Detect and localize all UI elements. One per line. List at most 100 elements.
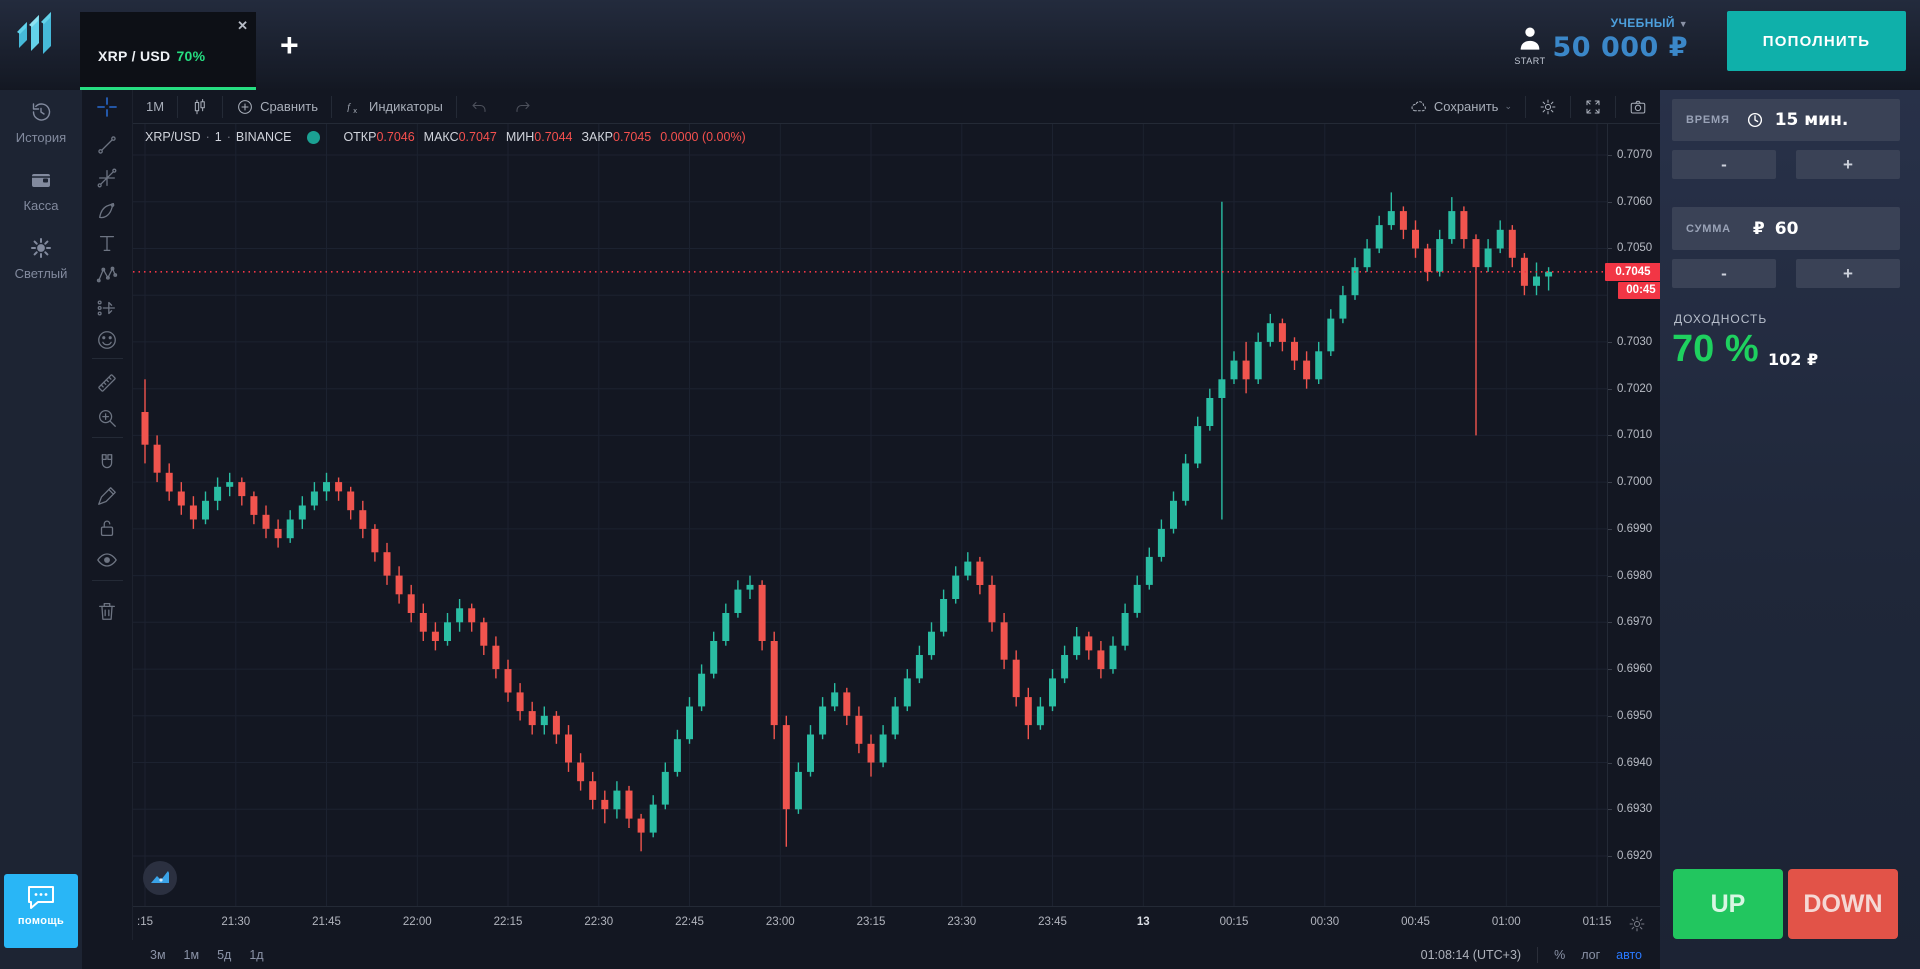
indicators-button[interactable]: fxИндикаторы: [332, 90, 456, 124]
undo-icon: [470, 98, 488, 116]
toolbar-divider: [92, 358, 123, 359]
app-sidebar: История Касса Светлый помощь: [0, 90, 82, 969]
range-1м[interactable]: 1м: [184, 948, 200, 962]
price-tick-label: 0.7070: [1617, 149, 1652, 161]
chart-style-button[interactable]: [178, 90, 222, 124]
price-tick-label: 0.7060: [1617, 196, 1652, 208]
forecast-tool[interactable]: [96, 297, 120, 321]
top-bar: XRP / USD70% ✕ + START УЧЕБНЫЙ ▼ 50 000 …: [0, 0, 1920, 90]
crosshair-tool[interactable]: [96, 96, 120, 120]
amount-minus-button[interactable]: -: [1672, 259, 1776, 288]
camera-icon: [1629, 98, 1647, 116]
axis-settings-icon[interactable]: [1628, 915, 1646, 933]
svg-text:f: f: [347, 102, 351, 113]
pattern-tool[interactable]: [96, 264, 120, 288]
user-avatar-icon: [1516, 24, 1544, 52]
candles-icon: [191, 98, 209, 116]
price-tick-label: 0.6990: [1617, 523, 1652, 535]
price-tick-label: 0.6980: [1617, 570, 1652, 582]
range-switcher: 3м 1м 5д 1д: [150, 948, 264, 962]
sidebar-item-theme[interactable]: Светлый: [0, 226, 82, 294]
gann-tool[interactable]: [96, 167, 120, 191]
history-icon: [29, 111, 53, 128]
trash-tool[interactable]: [96, 600, 120, 624]
deposit-button[interactable]: ПОПОЛНИТЬ: [1727, 11, 1906, 71]
area-chart-icon: [150, 868, 170, 888]
down-button[interactable]: DOWN: [1788, 869, 1898, 939]
time-minus-button[interactable]: -: [1672, 150, 1776, 179]
time-tick-label: 23:15: [857, 916, 886, 928]
theme-icon: [29, 247, 53, 264]
tab-close-icon[interactable]: ✕: [237, 18, 248, 34]
snapshot-button[interactable]: [1616, 90, 1660, 124]
interval-button[interactable]: 1М: [133, 90, 177, 124]
price-tick: [1608, 622, 1612, 623]
time-tick-label: 01:00: [1492, 916, 1521, 928]
log-scale-toggle[interactable]: лог: [1581, 948, 1600, 962]
payout-percent: 70 %: [1672, 328, 1759, 371]
help-button[interactable]: помощь: [4, 874, 78, 948]
sidebar-item-history[interactable]: История: [0, 90, 82, 158]
amount-input[interactable]: СУММА ₽ 60: [1672, 207, 1900, 250]
eye-tool[interactable]: [96, 549, 120, 573]
chart-settings-button[interactable]: [1526, 90, 1570, 124]
range-1д[interactable]: 1д: [249, 948, 263, 962]
time-tick-label: :15: [137, 916, 153, 928]
account-type-dropdown[interactable]: УЧЕБНЫЙ ▼: [1611, 16, 1688, 30]
emoji-tool[interactable]: [96, 329, 120, 353]
price-tick-label: 0.7050: [1617, 242, 1652, 254]
fullscreen-button[interactable]: [1571, 90, 1615, 124]
tab-xrp-usd[interactable]: XRP / USD70% ✕: [80, 12, 256, 90]
lock-tool[interactable]: [96, 517, 120, 541]
app-logo-icon: [14, 8, 58, 56]
price-axis[interactable]: 0.7045 00:45 0.70700.70600.70500.70300.7…: [1607, 124, 1660, 906]
save-layout-button[interactable]: Сохранить⌄: [1397, 90, 1525, 124]
text-tool[interactable]: [96, 232, 120, 256]
legend-exchange: BINANCE: [236, 130, 292, 144]
time-tick-label: 23:45: [1038, 916, 1067, 928]
time-selector[interactable]: ВРЕМЯ 15 мин.: [1672, 99, 1900, 141]
price-tick: [1608, 716, 1612, 717]
time-plus-button[interactable]: +: [1796, 150, 1900, 179]
chart-type-button[interactable]: [143, 861, 177, 895]
add-tab-button[interactable]: +: [280, 30, 299, 60]
trend-line-tool[interactable]: [96, 134, 120, 158]
redo-button[interactable]: [501, 90, 545, 124]
help-label: помощь: [4, 915, 78, 927]
range-5д[interactable]: 5д: [217, 948, 231, 962]
undo-button[interactable]: [457, 90, 501, 124]
time-tick-label: 23:30: [947, 916, 976, 928]
amount-value: 60: [1775, 219, 1799, 239]
draw-lock-tool[interactable]: [96, 485, 120, 509]
chevron-down-icon: ▼: [1679, 19, 1688, 29]
up-button[interactable]: UP: [1673, 869, 1783, 939]
sidebar-item-cashier[interactable]: Касса: [0, 158, 82, 226]
trade-panel: ВРЕМЯ 15 мин. - + СУММА ₽ 60 - + ДОХОДНО…: [1660, 90, 1920, 969]
percent-scale-toggle[interactable]: %: [1554, 948, 1565, 962]
magnet-tool[interactable]: [96, 452, 120, 476]
time-tick-label: 00:30: [1310, 916, 1339, 928]
time-axis[interactable]: :1521:3021:4522:0022:1522:3022:4523:0023…: [133, 906, 1660, 940]
range-3м[interactable]: 3м: [150, 948, 166, 962]
ruble-icon: ₽: [1753, 219, 1765, 239]
compare-button[interactable]: Сравнить: [223, 90, 331, 124]
trading-app: XRP / USD70% ✕ + START УЧЕБНЫЙ ▼ 50 000 …: [0, 0, 1920, 969]
auto-scale-toggle[interactable]: авто: [1616, 948, 1642, 962]
amount-plus-button[interactable]: +: [1796, 259, 1900, 288]
zoom-in-tool[interactable]: [96, 407, 120, 431]
tab-payout: 70%: [176, 48, 205, 64]
price-tick: [1608, 155, 1612, 156]
ruler-tool[interactable]: [96, 372, 120, 396]
price-tick-label: 0.7010: [1617, 429, 1652, 441]
price-tick: [1608, 482, 1612, 483]
account-menu[interactable]: START УЧЕБНЫЙ ▼ 50 000 ₽: [1508, 22, 1688, 78]
candlestick-chart[interactable]: XRP/USD ·1· BINANCE ОТКР0.7046 МАКС0.704…: [133, 124, 1607, 906]
time-tick-label: 22:45: [675, 916, 704, 928]
price-tick: [1608, 576, 1612, 577]
price-tick: [1608, 202, 1612, 203]
account-balance: 50 000 ₽: [1552, 32, 1688, 63]
compare-plus-icon: [236, 98, 254, 116]
chart-bottom-bar: 3м 1м 5д 1д 01:08:14 (UTC+3) % лог авто: [82, 940, 1660, 969]
brush-tool[interactable]: [96, 200, 120, 224]
clock-label: 01:08:14 (UTC+3): [1421, 948, 1521, 962]
